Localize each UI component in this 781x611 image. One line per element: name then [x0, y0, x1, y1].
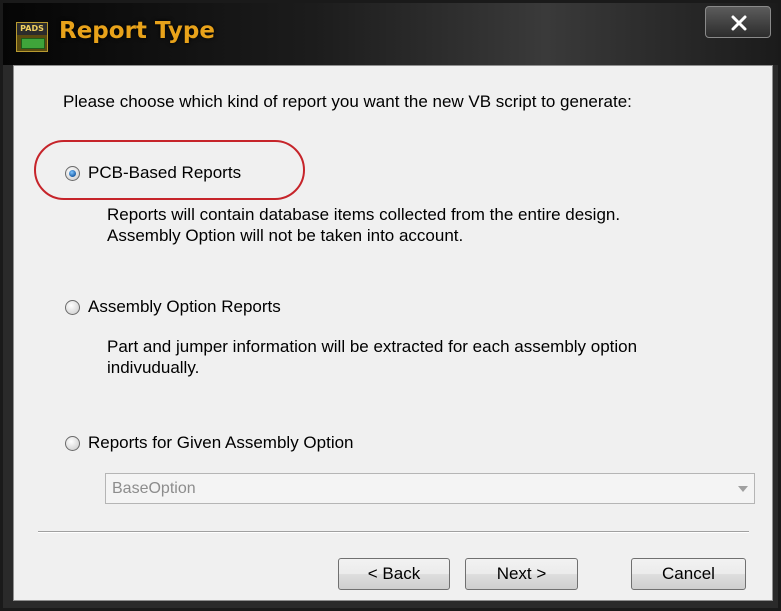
description-line: indivudually.	[107, 358, 200, 377]
radio-button-icon[interactable]	[65, 435, 80, 451]
pads-app-icon: PADS	[16, 22, 48, 52]
radio-label: PCB-Based Reports	[88, 163, 242, 182]
close-icon	[731, 15, 747, 31]
cancel-button[interactable]: Cancel	[631, 558, 746, 590]
report-type-dialog: PADS Report Type Please choose which kin…	[0, 0, 781, 611]
radio-reports-for-given-assembly-option[interactable]: Reports for Given Assembly Option	[65, 433, 354, 453]
radio-button-icon[interactable]	[65, 165, 80, 181]
instruction-text: Please choose which kind of report you w…	[63, 92, 632, 111]
close-button[interactable]	[705, 6, 771, 38]
description-line: Part and jumper information will be extr…	[107, 337, 638, 356]
next-button[interactable]: Next >	[465, 558, 578, 590]
radio-button-icon[interactable]	[65, 299, 80, 315]
description-line: Reports will contain database items coll…	[107, 205, 621, 224]
radio-assembly-option-reports[interactable]: Assembly Option Reports	[65, 297, 281, 317]
pcb-based-description: Reports will contain database items coll…	[107, 204, 620, 246]
assembly-option-description: Part and jumper information will be extr…	[107, 336, 637, 378]
radio-pcb-based-reports[interactable]: PCB-Based Reports	[65, 163, 241, 183]
dialog-body: Please choose which kind of report you w…	[13, 65, 773, 601]
dropdown-value: BaseOption	[112, 480, 196, 497]
description-line: Assembly Option will not be taken into a…	[107, 226, 464, 245]
app-icon-label: PADS	[17, 23, 47, 35]
chevron-down-icon[interactable]	[738, 486, 748, 492]
radio-label: Assembly Option Reports	[88, 297, 281, 316]
chip-graphic	[21, 38, 45, 49]
title-bar[interactable]: PADS Report Type	[3, 3, 778, 65]
separator-line	[38, 531, 749, 533]
back-button[interactable]: < Back	[338, 558, 450, 590]
radio-label: Reports for Given Assembly Option	[88, 433, 354, 452]
window-title: Report Type	[59, 18, 215, 44]
assembly-option-dropdown[interactable]: BaseOption	[105, 473, 755, 504]
